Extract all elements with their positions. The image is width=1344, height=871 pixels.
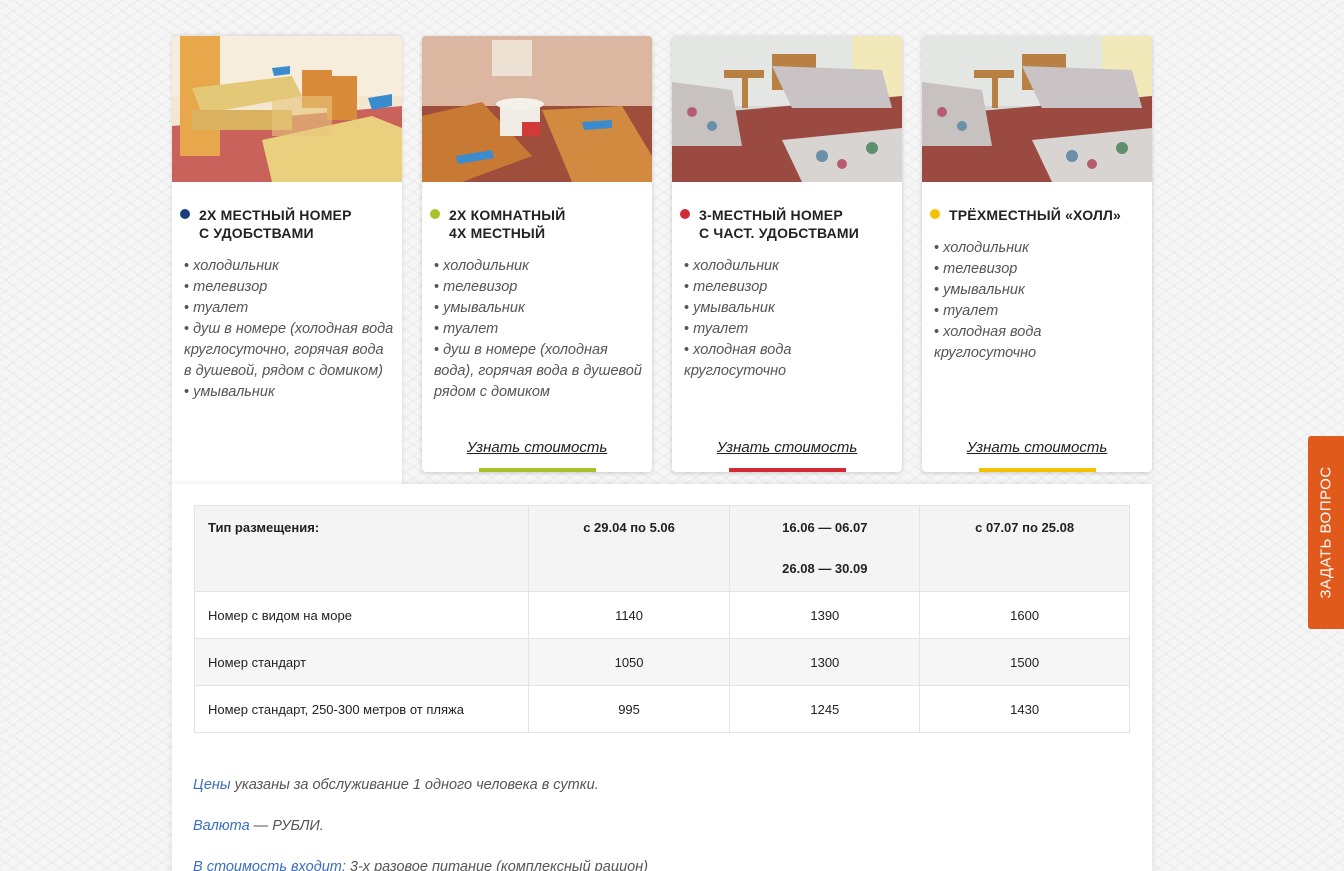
room-title: 3-местный номер с част. удобствами (699, 207, 860, 241)
note-label: В стоимость входит: (193, 859, 346, 871)
room-cards: 2х местный номер с удобствами холодильни… (172, 36, 1152, 484)
note-line: Цены указаны за обслуживание 1 одного че… (193, 776, 648, 795)
price-cell: 1390 (729, 591, 921, 639)
room-features: холодильник телевизор умывальник туалет … (434, 256, 644, 403)
room-card: 2х комнатный 4х местный холодильник теле… (422, 36, 652, 472)
feature-item: умывальник (184, 382, 394, 403)
feature-item: туалет (184, 298, 394, 319)
header-period-3: с 07.07 по 25.08 (919, 505, 1130, 592)
feature-item: холодильник (184, 256, 394, 277)
room-type-cell: Номер с видом на море (194, 591, 529, 639)
table-header-row: Тип размещения: с 29.04 по 5.06 16.06 — … (194, 505, 1130, 592)
note-text: 3-х разовое питание (комплексный рацион) (345, 859, 649, 871)
room-photo (922, 36, 1152, 182)
price-notes: Цены указаны за обслуживание 1 одного че… (193, 776, 648, 871)
feature-item: туалет (684, 319, 894, 340)
room-type-cell: Номер стандарт (194, 638, 529, 686)
note-line: Валюта — РУБЛИ. (193, 817, 648, 836)
feature-item: телевизор (434, 277, 644, 298)
room-photo (172, 36, 402, 182)
accent-bar (729, 468, 846, 472)
note-label: Цены (193, 777, 231, 793)
feature-item: холодильник (934, 238, 1144, 259)
price-link[interactable]: Узнать стоимость (422, 439, 652, 456)
room-title: Трёхместный «холл» (949, 207, 1122, 223)
room-features: холодильник телевизор туалет душ в номер… (184, 256, 394, 403)
feature-item: холодильник (434, 256, 644, 277)
price-cell: 1140 (527, 591, 731, 639)
note-text: указаны за обслуживание 1 одного человек… (230, 777, 599, 793)
price-cell: 995 (527, 685, 731, 733)
feature-item: телевизор (184, 277, 394, 298)
room-title-row: Трёхместный «холл» (930, 206, 1121, 224)
feature-item: туалет (934, 301, 1144, 322)
table-row: Номер с видом на море 1140 1390 1600 (194, 591, 1130, 639)
feature-item: холодная вода круглосуточно (684, 340, 894, 382)
feature-item: холодная вода круглосуточно (934, 322, 1144, 364)
header-type: Тип размещения: (194, 505, 529, 592)
room-photo (672, 36, 902, 182)
ask-question-label: ЗАДАТЬ ВОПРОС (1317, 466, 1335, 599)
feature-item: умывальник (434, 298, 644, 319)
room-color-dot (430, 209, 440, 219)
room-title-row: 2х местный номер с удобствами (180, 206, 352, 242)
accent-bar (479, 468, 596, 472)
room-card: Трёхместный «холл» холодильник телевизор… (922, 36, 1152, 472)
feature-item: умывальник (934, 280, 1144, 301)
accent-bar (979, 468, 1096, 472)
room-color-dot (180, 209, 190, 219)
feature-item: душ в номере (холодная вода), горячая во… (434, 340, 644, 403)
room-card: 3-местный номер с част. удобствами холод… (672, 36, 902, 472)
feature-item: холодильник (684, 256, 894, 277)
feature-item: телевизор (684, 277, 894, 298)
room-color-dot (930, 209, 940, 219)
room-features: холодильник телевизор умывальник туалет … (684, 256, 894, 382)
room-features: холодильник телевизор умывальник туалет … (934, 238, 1144, 364)
feature-item: душ в номере (холодная вода круглосуточн… (184, 319, 394, 382)
header-period-2-line1: 16.06 — 06.07 (782, 520, 868, 535)
room-title: 2х комнатный 4х местный (449, 207, 566, 241)
room-type-cell: Номер стандарт, 250-300 метров от пляжа (194, 685, 529, 733)
price-cell: 1430 (919, 685, 1130, 733)
price-cell: 1300 (729, 638, 921, 686)
room-title-row: 3-местный номер с част. удобствами (680, 206, 859, 242)
room-color-dot (680, 209, 690, 219)
room-title: 2х местный номер с удобствами (199, 207, 352, 241)
note-text: — РУБЛИ. (249, 818, 324, 834)
header-period-1: с 29.04 по 5.06 (527, 505, 731, 592)
price-link[interactable]: Узнать стоимость (672, 439, 902, 456)
price-cell: 1500 (919, 638, 1130, 686)
price-panel: Тип размещения: с 29.04 по 5.06 16.06 — … (172, 484, 1152, 871)
ask-question-button[interactable]: ЗАДАТЬ ВОПРОС (1308, 436, 1344, 629)
room-title-row: 2х комнатный 4х местный (430, 206, 565, 242)
note-line: В стоимость входит: 3-х разовое питание … (193, 858, 648, 871)
price-cell: 1600 (919, 591, 1130, 639)
room-card: 2х местный номер с удобствами холодильни… (172, 36, 402, 484)
note-label: Валюта (193, 818, 250, 834)
table-row: Номер стандарт 1050 1300 1500 (194, 638, 1130, 686)
room-photo (422, 36, 652, 182)
table-row: Номер стандарт, 250-300 метров от пляжа … (194, 685, 1130, 733)
header-period-2-line2: 26.08 — 30.09 (782, 561, 868, 576)
price-link[interactable]: Узнать стоимость (922, 439, 1152, 456)
feature-item: телевизор (934, 259, 1144, 280)
price-table: Тип размещения: с 29.04 по 5.06 16.06 — … (194, 505, 1130, 733)
price-cell: 1245 (729, 685, 921, 733)
feature-item: умывальник (684, 298, 894, 319)
feature-item: туалет (434, 319, 644, 340)
header-period-2: 16.06 — 06.07 26.08 — 30.09 (729, 505, 921, 592)
price-cell: 1050 (527, 638, 731, 686)
